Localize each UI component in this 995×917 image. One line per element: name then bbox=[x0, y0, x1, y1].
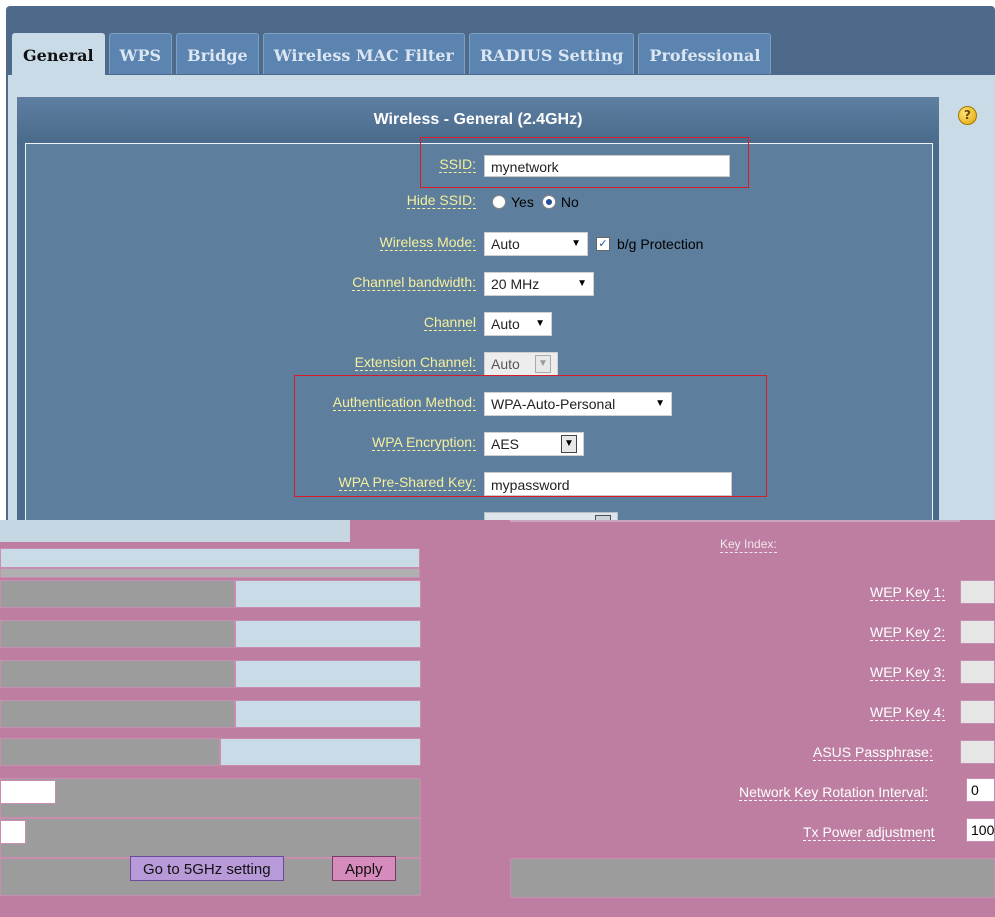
glitch-strip bbox=[0, 520, 350, 542]
row-channel: Channel Auto ▼ bbox=[26, 308, 932, 340]
wep-key-1-label: WEP Key 1: bbox=[870, 584, 946, 601]
row-channel-bandwidth: Channel bandwidth: 20 MHz ▼ bbox=[26, 268, 932, 300]
wep-key-1-input[interactable] bbox=[960, 580, 995, 604]
wireless-mode-label: Wireless Mode: bbox=[379, 234, 476, 251]
wep-key-4-label: WEP Key 4: bbox=[870, 704, 946, 721]
chevron-down-icon: ▼ bbox=[571, 238, 581, 249]
glitch-bar bbox=[0, 660, 235, 688]
chevron-down-icon: ▼ bbox=[535, 318, 545, 329]
tx-power-input[interactable]: 100 bbox=[966, 818, 995, 842]
extension-channel-value: Auto bbox=[491, 356, 520, 372]
glitch-bar bbox=[0, 620, 235, 648]
form-title: Wireless - General (2.4GHz) bbox=[17, 97, 939, 141]
glitch-bar bbox=[0, 818, 421, 858]
chevron-down-icon: ▼ bbox=[535, 355, 551, 373]
row-hide-ssid: Hide SSID: Yes No bbox=[26, 186, 932, 218]
extension-channel-label: Extension Channel: bbox=[354, 354, 476, 371]
glitch-input-fragment bbox=[0, 820, 26, 844]
glitch-bar bbox=[0, 580, 235, 608]
glitch-bar bbox=[235, 580, 421, 608]
glitch-bar bbox=[235, 660, 421, 688]
channel-bandwidth-select[interactable]: 20 MHz ▼ bbox=[484, 272, 594, 296]
glitch-bar bbox=[0, 738, 220, 766]
row-wep-encryption: ▼ bbox=[26, 508, 932, 520]
glitch-bar bbox=[235, 620, 421, 648]
wep-key-3-input[interactable] bbox=[960, 660, 995, 684]
wep-key-3-label: WEP Key 3: bbox=[870, 664, 946, 681]
hide-ssid-yes-radio[interactable] bbox=[492, 195, 506, 209]
row-wireless-mode: Wireless Mode: Auto ▼ ✓ b/g Protection bbox=[26, 228, 932, 260]
wireless-mode-value: Auto bbox=[491, 236, 520, 252]
key-rotation-label: Network Key Rotation Interval: bbox=[739, 784, 929, 801]
glitch-bar bbox=[235, 700, 421, 728]
wep-key-2-label: WEP Key 2: bbox=[870, 624, 946, 641]
highlight-security bbox=[294, 375, 767, 497]
bg-protection-label: b/g Protection bbox=[617, 236, 704, 252]
go-to-5ghz-button[interactable]: Go to 5GHz setting bbox=[130, 856, 284, 881]
tab-wps[interactable]: WPS bbox=[108, 33, 173, 74]
glitched-region: Go to 5GHz setting Apply Key Index: WEP … bbox=[0, 520, 995, 917]
key-rotation-input[interactable]: 0 bbox=[966, 778, 995, 802]
key-index-fragment: Key Index: bbox=[720, 537, 777, 553]
glitch-bar bbox=[0, 778, 421, 818]
tx-power-label: Tx Power adjustment bbox=[803, 824, 935, 841]
tab-general[interactable]: General bbox=[12, 33, 105, 76]
help-icon[interactable]: ? bbox=[958, 106, 977, 125]
hide-ssid-label: Hide SSID: bbox=[406, 192, 476, 209]
wep-key-4-input[interactable] bbox=[960, 700, 995, 724]
channel-value: Auto bbox=[491, 316, 520, 332]
hide-ssid-no-radio[interactable] bbox=[541, 195, 556, 209]
hide-ssid-no-label: No bbox=[560, 194, 579, 210]
hide-ssid-yes-label: Yes bbox=[511, 194, 534, 210]
channel-bandwidth-label: Channel bandwidth: bbox=[352, 274, 476, 291]
glitch-strip bbox=[0, 568, 420, 578]
wireless-mode-select[interactable]: Auto ▼ bbox=[484, 232, 588, 256]
tab-bar: General WPS Bridge Wireless MAC Filter R… bbox=[12, 33, 775, 76]
tab-professional[interactable]: Professional bbox=[638, 33, 772, 74]
channel-select[interactable]: Auto ▼ bbox=[484, 312, 552, 336]
glitch-bar bbox=[220, 738, 421, 766]
highlight-ssid bbox=[420, 137, 749, 188]
tab-bridge[interactable]: Bridge bbox=[176, 33, 259, 74]
bg-protection-checkbox[interactable]: ✓ bbox=[596, 237, 610, 251]
wep-encryption-select[interactable]: ▼ bbox=[484, 512, 618, 520]
wireless-settings-panel: General WPS Bridge Wireless MAC Filter R… bbox=[0, 0, 995, 520]
glitch-strip bbox=[0, 548, 420, 568]
wep-key-2-input[interactable] bbox=[960, 620, 995, 644]
channel-label: Channel bbox=[423, 314, 476, 331]
extension-channel-select[interactable]: Auto ▼ bbox=[484, 352, 558, 376]
channel-bandwidth-value: 20 MHz bbox=[491, 276, 540, 292]
glitch-bar bbox=[510, 858, 995, 898]
glitch-bar bbox=[0, 700, 235, 728]
glitch-line bbox=[510, 520, 960, 522]
asus-passphrase-input[interactable] bbox=[960, 740, 995, 764]
chevron-down-icon: ▼ bbox=[577, 278, 587, 289]
asus-passphrase-label: ASUS Passphrase: bbox=[813, 744, 933, 761]
tab-radius-setting[interactable]: RADIUS Setting bbox=[468, 33, 635, 74]
glitch-input-fragment bbox=[0, 780, 56, 804]
apply-button[interactable]: Apply bbox=[332, 856, 396, 881]
tab-wireless-mac-filter[interactable]: Wireless MAC Filter bbox=[262, 33, 465, 74]
